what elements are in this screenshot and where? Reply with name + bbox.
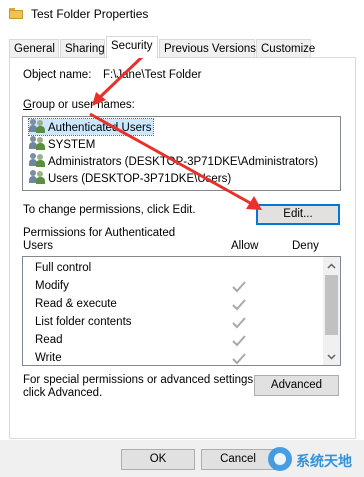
list-item-label: Administrators (DESKTOP-3P71DKE\Administ… (48, 156, 319, 168)
permission-row-modify: Modify (35, 280, 69, 292)
check-icon (232, 281, 246, 293)
check-icon (232, 299, 246, 311)
permissions-scrollbar[interactable] (323, 257, 340, 365)
folder-icon (9, 8, 23, 19)
group-listbox[interactable]: Authenticated Users SYSTEM Administrator… (22, 116, 341, 191)
deny-header: Deny (292, 240, 319, 252)
object-name-label: Object name: (23, 69, 92, 81)
window-title: Test Folder Properties (31, 7, 149, 21)
check-icon (232, 353, 246, 365)
special-permissions-text-line1: For special permissions or advanced sett… (23, 374, 257, 386)
list-item-administrators[interactable]: Administrators (DESKTOP-3P71DKE\Administ… (29, 153, 318, 169)
users-icon (29, 153, 46, 167)
list-item-label: Users (DESKTOP-3P71DKE\Users) (48, 173, 232, 185)
users-icon (29, 170, 46, 184)
permission-row-write: Write (35, 352, 62, 364)
permission-row-full-control: Full control (35, 262, 92, 274)
tab-previous-versions[interactable]: Previous Versions (159, 39, 256, 58)
permissions-label-line1: Permissions for Authenticated (23, 227, 176, 239)
title-bar: Test Folder Properties (0, 0, 364, 30)
tab-security[interactable]: Security (106, 36, 158, 58)
advanced-button[interactable]: Advanced (254, 375, 339, 396)
list-item-system[interactable]: SYSTEM (29, 136, 95, 152)
list-item-label: SYSTEM (48, 139, 96, 151)
check-icon (232, 317, 246, 329)
permission-row-read: Read (35, 334, 63, 346)
scroll-down-arrow-icon[interactable] (323, 348, 340, 365)
permission-row-read-execute: Read & execute (35, 298, 117, 310)
permissions-label-line2: Users (23, 240, 54, 252)
list-item-users[interactable]: Users (DESKTOP-3P71DKE\Users) (29, 170, 231, 186)
users-icon (29, 136, 46, 150)
list-item-label: Authenticated Users (48, 122, 152, 134)
check-icon (232, 335, 246, 347)
scrollbar-thumb[interactable] (325, 275, 338, 335)
list-item-authenticated-users[interactable]: Authenticated Users (28, 118, 154, 136)
allow-header: Allow (231, 240, 259, 252)
tab-sharing[interactable]: Sharing (60, 39, 105, 58)
scroll-up-arrow-icon[interactable] (323, 257, 340, 274)
watermark-text: 系统天地 (296, 453, 352, 469)
tab-general[interactable]: General (9, 39, 59, 58)
ok-button[interactable]: OK (121, 449, 195, 470)
tab-customize[interactable]: Customize (256, 39, 315, 58)
object-name-value: F:\Jane\Test Folder (103, 69, 202, 81)
special-permissions-text-line2: click Advanced. (23, 387, 103, 399)
group-label-rest: roup or user names: (31, 99, 135, 111)
permission-row-list-folder-contents: List folder contents (35, 316, 132, 328)
users-icon (29, 119, 46, 133)
group-label: Group or user names: (23, 99, 135, 111)
change-permissions-text: To change permissions, click Edit. (23, 204, 196, 216)
permissions-list[interactable]: Full control Modify Read & execute List … (22, 256, 341, 366)
edit-button[interactable]: Edit... (256, 204, 340, 225)
